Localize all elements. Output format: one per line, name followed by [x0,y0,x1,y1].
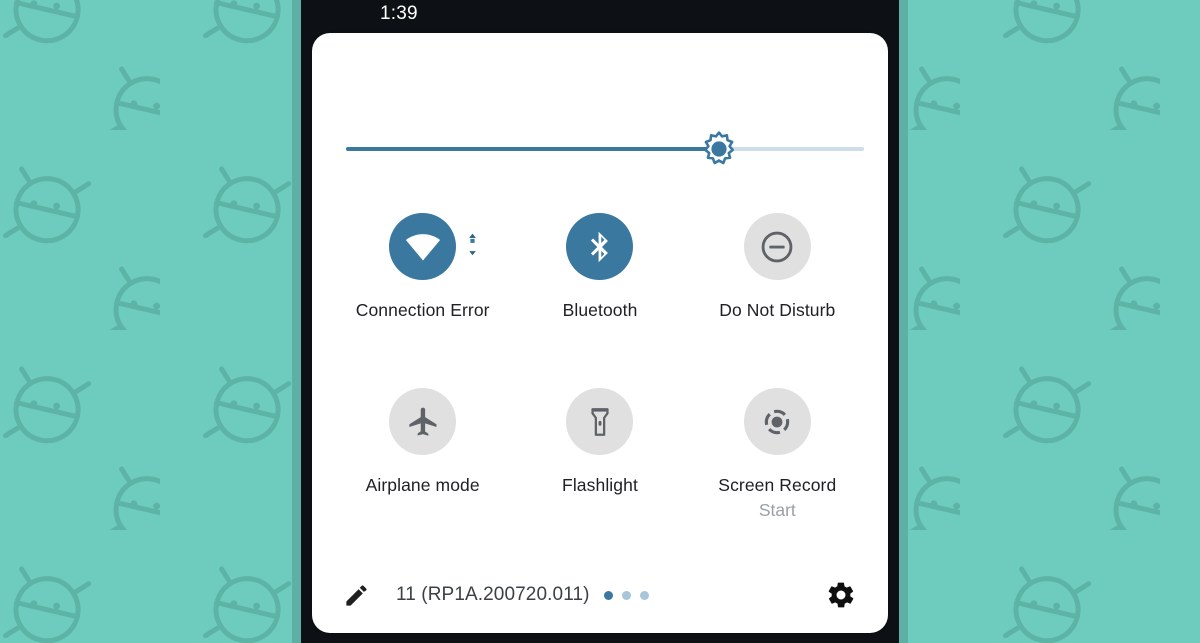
bluetooth-tile-icon-circle[interactable] [566,213,634,280]
airplane-tile-icon-circle[interactable] [389,388,457,455]
status-bar-clock: 1:39 [380,3,418,24]
tile-label: Connection Error [355,300,490,320]
page-dot-2[interactable] [621,590,631,600]
tile-label: Screen Record [718,475,837,495]
airplane-icon [409,407,437,436]
bluetooth-icon [590,231,608,262]
do-not-disturb-icon [761,231,793,262]
phone-edge-right [899,0,908,643]
tile-label: Airplane mode [365,475,480,495]
quick-settings-tiles: Connection Error Bluetooth Do Not Distur… [312,207,888,557]
page-dot-3[interactable] [639,590,649,600]
tile-bluetooth[interactable]: Bluetooth [511,207,688,382]
tile-wifi[interactable]: Connection Error [334,207,511,382]
page-dot-1[interactable] [603,590,613,600]
screen-record-icon [765,409,790,434]
page-indicator-dots [603,590,649,600]
wifi-icon [405,233,440,260]
flashlight-tile-icon-circle[interactable] [566,388,634,455]
tile-do-not-disturb[interactable]: Do Not Disturb [689,207,866,382]
build-version-label: 11 (RP1A.200720.011) [396,584,590,605]
phone-device: 1:39 Connection Error Bluetooth Do Not D… [292,0,908,643]
gear-icon[interactable] [824,578,858,612]
quick-settings-panel: Connection Error Bluetooth Do Not Distur… [312,33,888,633]
phone-edge-left [292,0,301,643]
brightness-sun-icon[interactable] [701,131,737,167]
tile-flashlight[interactable]: Flashlight [511,382,688,557]
screenshot-root: 1:39 Connection Error Bluetooth Do Not D… [0,0,1200,643]
screen-record-tile-icon-circle[interactable] [743,388,811,455]
brightness-row [312,33,888,211]
flashlight-icon [591,407,609,436]
status-bar: 1:39 [301,0,899,33]
tile-label: Flashlight [562,475,638,495]
tile-label: Do Not Disturb [719,300,836,320]
tile-sublabel: Start [758,499,796,520]
dnd-tile-icon-circle[interactable] [743,213,811,280]
slider-track-fill [346,147,719,151]
tile-label: Bluetooth [562,300,638,320]
pencil-edit-icon[interactable] [340,579,372,611]
data-activity-icon [467,231,478,262]
brightness-slider[interactable] [346,131,864,165]
tile-screen-record[interactable]: Screen Record Start [689,382,866,557]
tile-airplane-mode[interactable]: Airplane mode [334,382,511,557]
quick-settings-footer: 11 (RP1A.200720.011) [312,557,888,633]
wifi-tile-icon-circle[interactable] [389,213,478,280]
